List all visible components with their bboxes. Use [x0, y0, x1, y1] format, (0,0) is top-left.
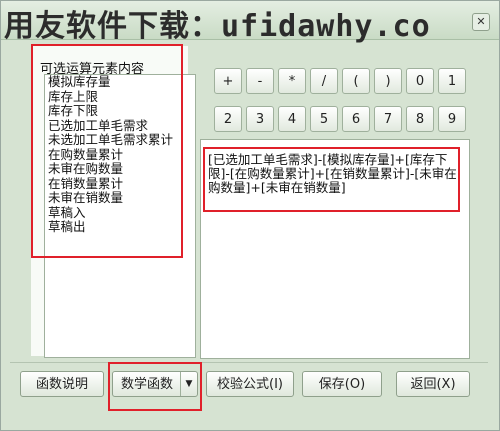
key-lparen-button[interactable]: (	[342, 68, 370, 94]
save-button[interactable]: 保存(O)	[302, 371, 382, 397]
key-multiply-button[interactable]: *	[278, 68, 306, 94]
list-item[interactable]: 在销数量累计	[45, 176, 195, 192]
key-plus-button[interactable]: +	[214, 68, 242, 94]
key-7-button[interactable]: 7	[374, 106, 402, 132]
list-item[interactable]: 模拟库存量	[45, 74, 195, 90]
expression-text[interactable]: [已选加工单毛需求]-[模拟库存量]+[库存下限]-[在购数量累计]+[在销数量…	[208, 153, 458, 195]
list-item[interactable]: 库存下限	[45, 103, 195, 119]
list-item[interactable]: 已选加工单毛需求	[45, 118, 195, 134]
close-button[interactable]: ✕	[472, 13, 490, 31]
list-item[interactable]: 草稿出	[45, 219, 195, 235]
key-minus-button[interactable]: -	[246, 68, 274, 94]
key-rparen-button[interactable]: )	[374, 68, 402, 94]
list-item[interactable]: 草稿入	[45, 205, 195, 221]
math-function-label: 数学函数	[120, 377, 173, 392]
key-3-button[interactable]: 3	[246, 106, 274, 132]
key-1-button[interactable]: 1	[438, 68, 466, 94]
divider	[10, 362, 488, 363]
back-button[interactable]: 返回(X)	[396, 371, 470, 397]
key-9-button[interactable]: 9	[438, 106, 466, 132]
list-item[interactable]: 未审在销数量	[45, 190, 195, 206]
list-item[interactable]: 未选加工单毛需求累计	[45, 132, 195, 148]
watermark-text: 用友软件下载：ufidawhy.co	[4, 9, 431, 44]
key-4-button[interactable]: 4	[278, 106, 306, 132]
element-list[interactable]: 模拟库存量 库存上限 库存下限 已选加工单毛需求 未选加工单毛需求累计 在购数量…	[44, 74, 196, 358]
key-divide-button[interactable]: /	[310, 68, 338, 94]
chevron-down-icon[interactable]: ▼	[180, 372, 197, 396]
list-item[interactable]: 库存上限	[45, 89, 195, 105]
list-item[interactable]: 未审在购数量	[45, 161, 195, 177]
key-5-button[interactable]: 5	[310, 106, 338, 132]
key-6-button[interactable]: 6	[342, 106, 370, 132]
key-8-button[interactable]: 8	[406, 106, 434, 132]
key-2-button[interactable]: 2	[214, 106, 242, 132]
key-0-button[interactable]: 0	[406, 68, 434, 94]
list-item[interactable]: 在购数量累计	[45, 147, 195, 163]
math-function-button[interactable]: 数学函数 ▼	[112, 371, 198, 397]
verify-formula-button[interactable]: 校验公式(I)	[206, 371, 294, 397]
function-help-button[interactable]: 函数说明	[20, 371, 104, 397]
